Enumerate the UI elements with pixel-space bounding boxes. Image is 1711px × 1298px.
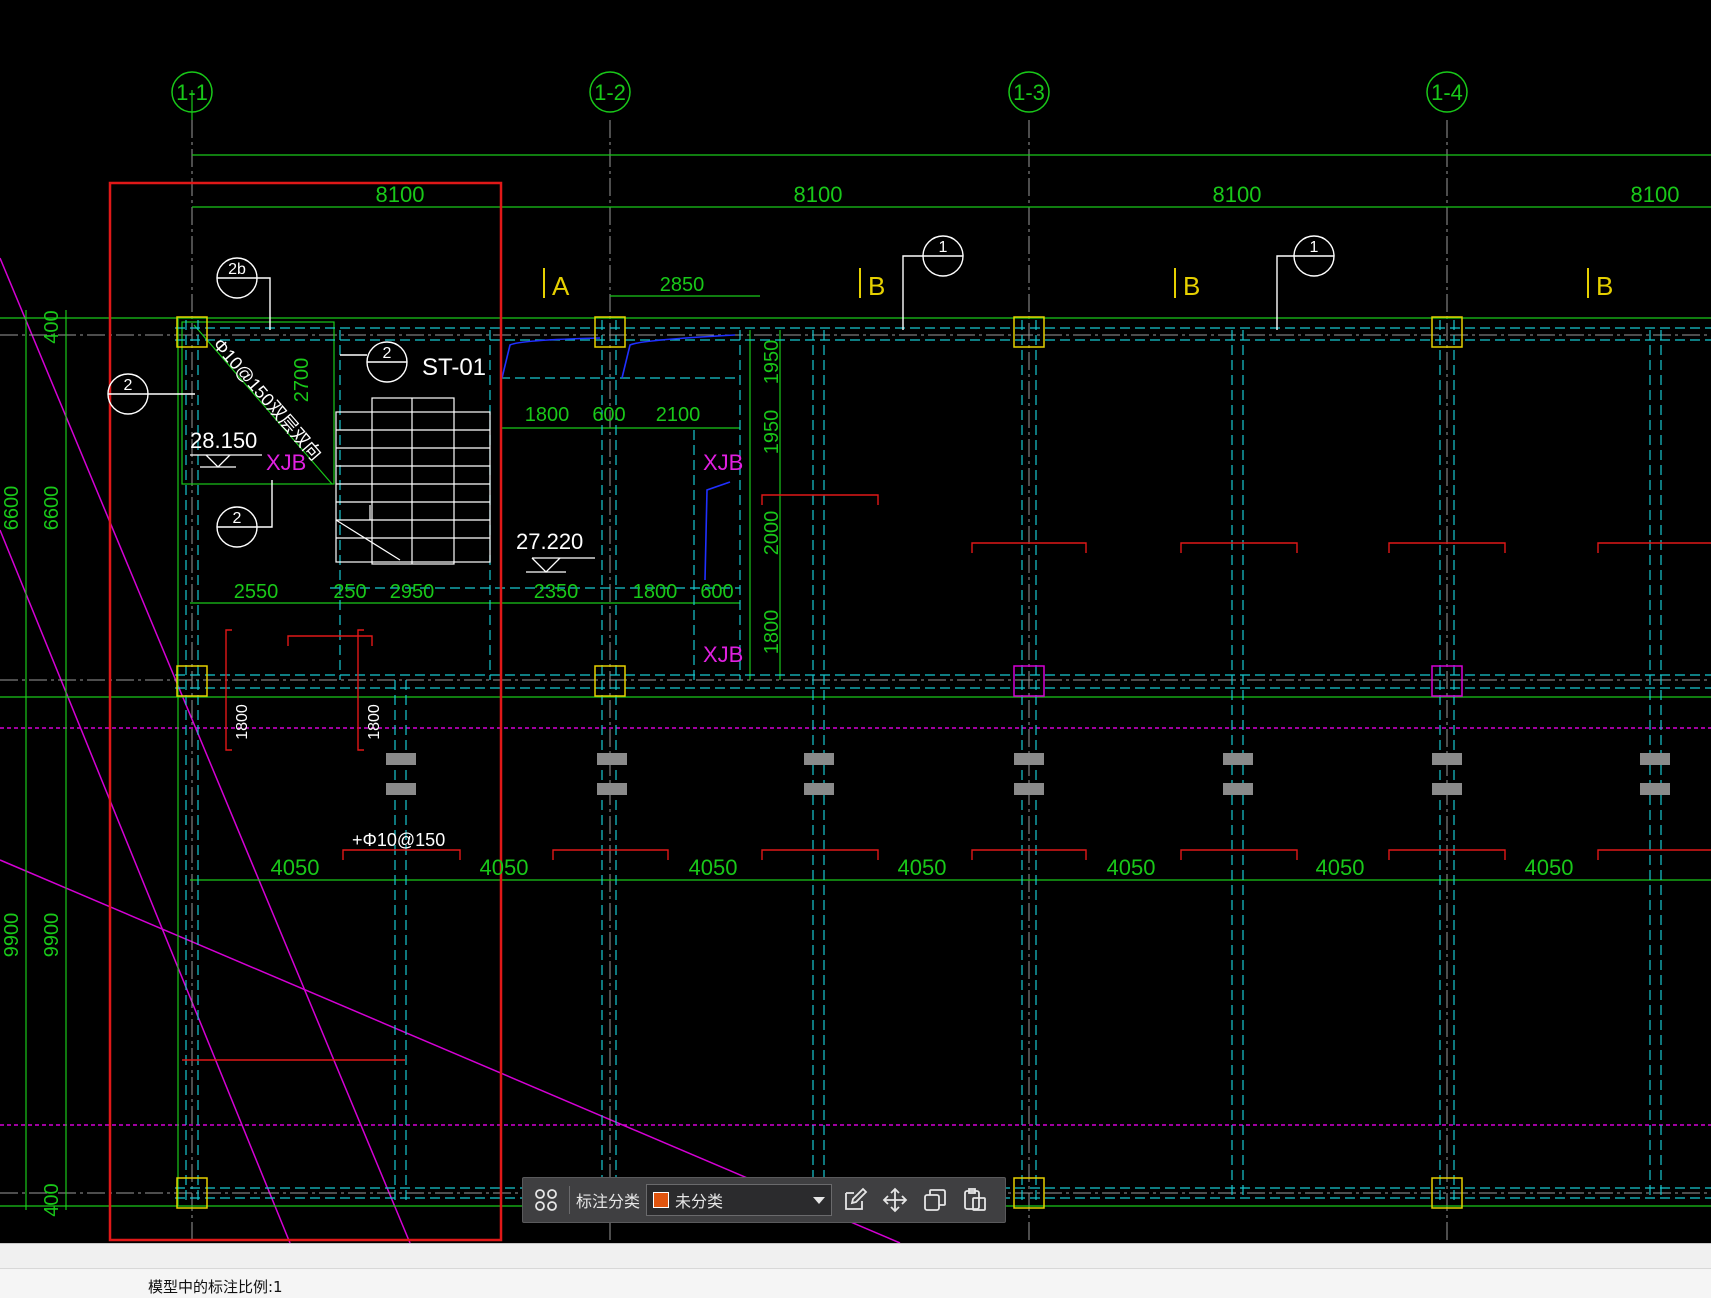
grid-label-1-3: 1-3 <box>1013 80 1045 105</box>
category-dropdown[interactable]: 未分类 <box>646 1184 833 1216</box>
grid-menu-icon[interactable] <box>529 1183 563 1217</box>
status-bar: 模型中的标注比例:1 <box>0 1243 1711 1298</box>
elevation-27220: 27.220 <box>516 529 583 554</box>
dim-span-2: 8100 <box>794 182 843 207</box>
move-icon[interactable] <box>878 1183 912 1217</box>
dim-1950b: 1950 <box>761 410 783 455</box>
xjb-label-2: XJB <box>703 450 743 475</box>
cad-drawing-canvas[interactable]: 1-1 1-2 1-3 1-4 1 1 2b 2 2 2 A B B B 810… <box>0 0 1711 1243</box>
status-message: 模型中的标注比例:1 <box>148 1278 283 1296</box>
elevation-28150: 28.150 <box>190 428 257 453</box>
dim-4050-1: 4050 <box>271 855 320 880</box>
dim-4050-7: 4050 <box>1525 855 1574 880</box>
dim-1800v: 1800 <box>761 610 783 655</box>
category-label: 标注分类 <box>576 1194 641 1211</box>
dim-1800a: 1800 <box>525 404 570 426</box>
dim-600b: 600 <box>700 581 733 603</box>
dim-left-6600a: 6600 <box>1 486 23 531</box>
dim-left-400a: 400 <box>41 310 63 343</box>
dim-4050-5: 4050 <box>1107 855 1156 880</box>
dim-2550: 2550 <box>234 581 279 603</box>
dim-250: 250 <box>333 581 366 603</box>
grid-label-1-2: 1-2 <box>594 80 626 105</box>
dim-4050-3: 4050 <box>689 855 738 880</box>
ref-1-upper: 1 <box>939 239 948 256</box>
toolbar-divider <box>569 1186 570 1214</box>
paste-icon[interactable] <box>958 1183 992 1217</box>
dim-span-4: 8100 <box>1631 182 1680 207</box>
stair-label: ST-01 <box>422 354 486 381</box>
ref-2b: 2b <box>228 261 246 278</box>
section-mark-b3: B <box>1596 271 1613 301</box>
ref-1-upper-b: 1 <box>1310 239 1319 256</box>
dim-left-6600b: 6600 <box>41 486 63 531</box>
dim-1800b: 1800 <box>633 581 678 603</box>
dim-4050-4: 4050 <box>898 855 947 880</box>
ref-2-lower: 2 <box>233 510 242 527</box>
dim-red-1800a: 1800 <box>234 704 251 740</box>
dim-2350: 2350 <box>534 581 579 603</box>
copy-icon[interactable] <box>918 1183 952 1217</box>
dim-left-9900b: 9900 <box>41 913 63 958</box>
xjb-label-3: XJB <box>703 642 743 667</box>
dim-span-3: 8100 <box>1213 182 1262 207</box>
rebar-note-2: +Φ10@150 <box>352 830 445 850</box>
dim-4050-6: 4050 <box>1316 855 1365 880</box>
dim-2100: 2100 <box>656 404 701 426</box>
section-mark-a: A <box>552 271 570 301</box>
dim-2850: 2850 <box>660 274 705 296</box>
grid-label-1-1: 1-1 <box>176 80 208 105</box>
ref-2-left: 2 <box>124 377 133 394</box>
dim-600a: 600 <box>592 404 625 426</box>
dim-span-1: 8100 <box>376 182 425 207</box>
dim-left-9900a: 9900 <box>1 913 23 958</box>
section-mark-b1: B <box>868 271 885 301</box>
category-value: 未分类 <box>675 1194 724 1211</box>
annotation-toolbar: 标注分类 未分类 <box>522 1177 1006 1223</box>
category-color-swatch <box>653 1192 670 1208</box>
dim-2700: 2700 <box>291 358 313 403</box>
dim-2950: 2950 <box>390 581 435 603</box>
dim-4050-2: 4050 <box>480 855 529 880</box>
grid-label-1-4: 1-4 <box>1431 80 1463 105</box>
chevron-down-icon <box>813 1196 826 1204</box>
edit-icon[interactable] <box>838 1183 872 1217</box>
dim-1950a: 1950 <box>761 340 783 385</box>
dim-left-400b: 400 <box>41 1183 63 1216</box>
dim-red-1800b: 1800 <box>366 704 383 740</box>
ref-2-stair: 2 <box>383 345 392 362</box>
xjb-label-1: XJB <box>266 450 306 475</box>
section-mark-b2: B <box>1183 271 1200 301</box>
dim-2000: 2000 <box>761 511 783 556</box>
